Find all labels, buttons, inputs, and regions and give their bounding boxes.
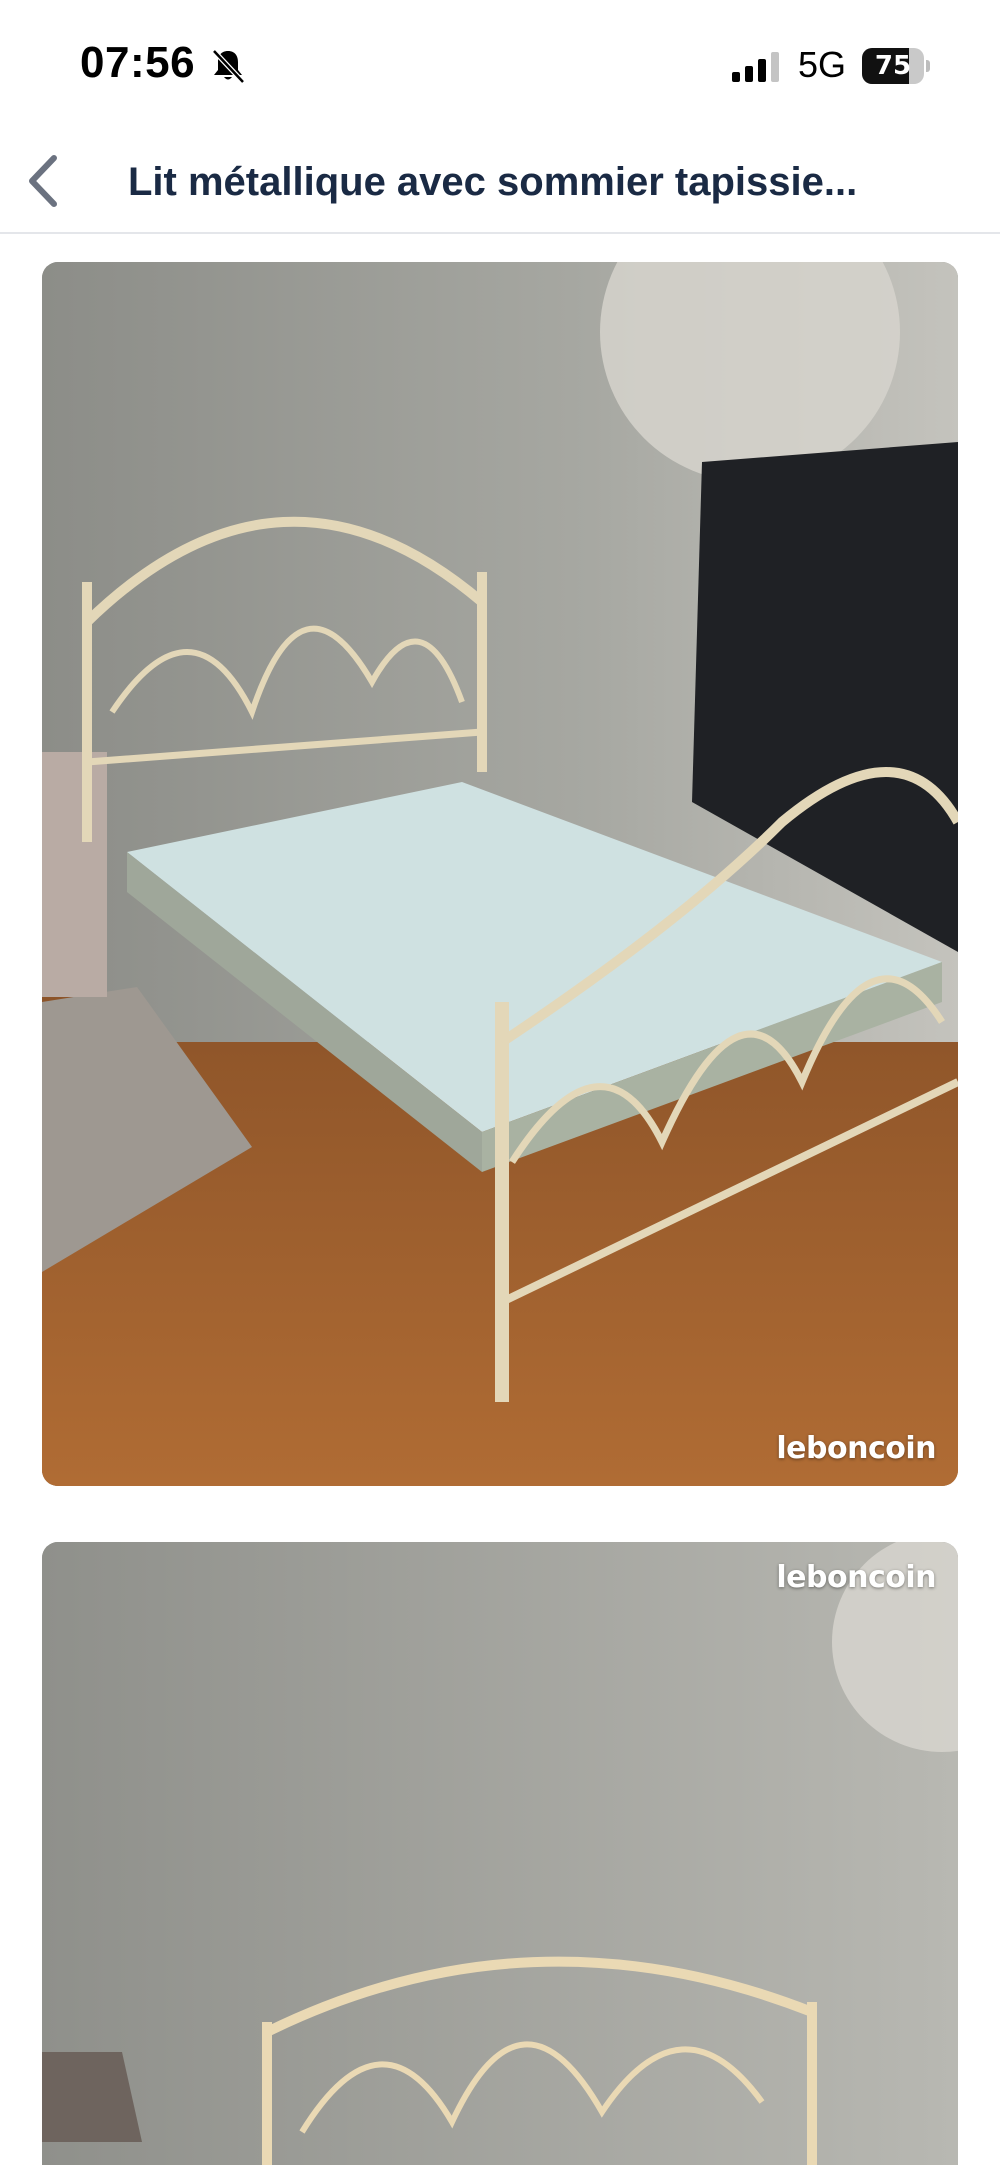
watermark: leboncoin [776,1560,936,1595]
bell-slash-icon [212,49,245,84]
status-bar: 07:56 5G 75 [0,0,1000,130]
listing-photo[interactable]: leboncoin [42,262,958,1486]
signal-bars-icon [732,52,779,82]
battery-icon: 75 [862,48,930,84]
nav-header: Lit métallique avec sommier tapissie... [0,130,1000,234]
battery-percent: 75 [874,51,912,81]
page-title: Lit métallique avec sommier tapissie... [128,160,858,204]
bed-photo [42,262,958,1486]
status-time: 07:56 [80,38,196,87]
watermark: leboncoin [776,1431,936,1466]
listing-photo[interactable]: leboncoin [42,1542,958,2165]
headboard-photo [42,1542,958,2165]
network-type: 5G [798,44,847,85]
chevron-left-icon[interactable] [14,148,74,214]
